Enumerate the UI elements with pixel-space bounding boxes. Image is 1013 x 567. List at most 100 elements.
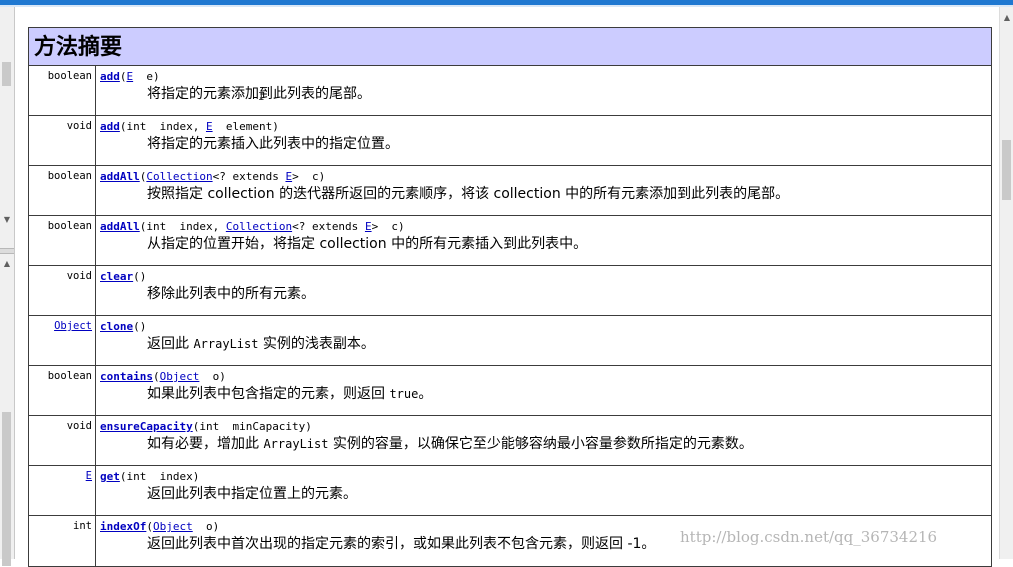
method-signature: add(E e) [100, 70, 991, 84]
left-nav-frame: ▼ ▲ [0, 7, 15, 566]
method-detail-cell: get(int index) 返回此列表中指定位置上的元素。 [96, 466, 991, 515]
method-name-link[interactable]: indexOf [100, 520, 146, 533]
watermark: http://blog.csdn.net/qq_36734216 [680, 528, 938, 546]
description-text: 返回此列表中首次出现的指定元素的索引，或如果此列表不包含元素，则返回 -1。 [147, 536, 656, 552]
signature-text: > c) [371, 220, 405, 233]
code-text: true [389, 387, 419, 401]
return-type: int [73, 520, 92, 532]
method-row: Object clone() 返回此 ArrayList 实例的浅表副本。 [29, 316, 991, 366]
method-detail-cell: addAll(int index, Collection<? extends E… [96, 216, 991, 265]
method-summary-table: 方法摘要 boolean add(E e) 将指定的元素添加到此列表的尾部。 void… [28, 27, 992, 567]
code-text: ArrayList [263, 437, 329, 451]
method-row: void ensureCapacity(int minCapacity) 如有必要，… [29, 416, 991, 466]
method-name-link[interactable]: addAll [100, 220, 140, 233]
return-type: boolean [47, 370, 92, 382]
method-description: 如果此列表中包含指定的元素，则返回 true。 [147, 384, 991, 404]
type-link[interactable]: Collection [146, 170, 212, 183]
type-link[interactable]: Object [153, 520, 193, 533]
return-type-cell: E [29, 466, 96, 515]
method-name-link[interactable]: clone [100, 320, 133, 333]
method-row: void add(int index, E element) 将指定的元素插入此列表… [29, 116, 991, 166]
signature-text: (int index, [139, 220, 226, 233]
text-cursor-icon: I [258, 90, 265, 103]
return-type-cell: boolean [29, 166, 96, 215]
return-type-cell: void [29, 416, 96, 465]
method-description: 如有必要，增加此 ArrayList 实例的容量，以确保它至少能够容纳最小容量参… [147, 434, 991, 454]
method-row: void clear() 移除此列表中的所有元素。 [29, 266, 991, 316]
signature-text: ( [146, 520, 153, 533]
method-row: Eget(int index) 返回此列表中指定位置上的元素。 [29, 466, 991, 516]
signature-text: () [133, 270, 147, 283]
signature-text: (int minCapacity) [192, 420, 312, 433]
signature-text: () [133, 320, 147, 333]
method-description: 从指定的位置开始，将指定 collection 中的所有元素插入到此列表中。 [147, 234, 991, 254]
return-type[interactable]: Object [54, 320, 92, 332]
signature-text: <? extends [212, 170, 286, 183]
return-type-cell: void [29, 266, 96, 315]
method-description: 将指定的元素插入此列表中的指定位置。 [147, 134, 991, 154]
signature-text: o) [192, 520, 220, 533]
type-link[interactable]: E [365, 220, 372, 233]
method-detail-cell: add(E e) 将指定的元素添加到此列表的尾部。 [96, 66, 991, 115]
type-link[interactable]: E [206, 120, 213, 133]
signature-text: ( [119, 70, 127, 83]
signature-text: ( [152, 370, 160, 383]
type-link[interactable]: Object [160, 370, 200, 383]
return-type: void [66, 120, 92, 132]
right-scrollbar[interactable]: ▲ [999, 7, 1013, 559]
description-text: 返回此 [147, 336, 194, 352]
method-detail-cell: contains(Object o) 如果此列表中包含指定的元素，则返回 true… [96, 366, 991, 415]
signature-text: e) [133, 70, 160, 83]
return-type-cell: boolean [29, 216, 96, 265]
description-text: 返回此列表中指定位置上的元素。 [147, 486, 357, 502]
method-detail-cell: clear() 移除此列表中的所有元素。 [96, 266, 991, 315]
method-name-link[interactable]: clear [100, 270, 133, 283]
return-type-cell: void [29, 116, 96, 165]
right-scrollbar-thumb[interactable] [1002, 140, 1011, 200]
method-signature: addAll(Collection<? extends E> c) [100, 170, 991, 184]
scroll-up-arrow-icon[interactable]: ▲ [1001, 13, 1013, 23]
signature-text: (int index) [119, 470, 200, 483]
method-name-link[interactable]: add [100, 120, 120, 133]
return-type: boolean [47, 220, 92, 232]
return-type: void [66, 270, 92, 282]
method-detail-cell: clone() 返回此 ArrayList 实例的浅表副本。 [96, 316, 991, 365]
return-type: boolean [47, 170, 92, 182]
method-signature: ensureCapacity(int minCapacity) [100, 420, 991, 434]
method-signature: add(int index, E element) [100, 120, 991, 134]
scroll-up-arrow-icon[interactable]: ▲ [1, 259, 13, 269]
return-type[interactable]: E [86, 470, 92, 482]
return-type-cell: boolean [29, 66, 96, 115]
method-name-link[interactable]: contains [100, 370, 153, 383]
signature-text: (int index, [119, 120, 206, 133]
left-scrollbar-thumb-upper[interactable] [2, 62, 11, 86]
signature-text: > c) [292, 170, 326, 183]
description-text: 如果此列表中包含指定的元素，则返回 [147, 386, 390, 402]
return-type: boolean [47, 70, 92, 82]
description-text: 如有必要，增加此 [147, 436, 264, 452]
return-type: void [66, 420, 92, 432]
description-text: 移除此列表中的所有元素。 [147, 286, 315, 302]
frame-splitter[interactable] [0, 248, 14, 254]
method-name-link[interactable]: get [100, 470, 120, 483]
method-name-link[interactable]: addAll [100, 170, 140, 183]
scroll-down-arrow-icon[interactable]: ▼ [1, 215, 13, 225]
type-link[interactable]: Collection [226, 220, 292, 233]
method-description: 返回此列表中指定位置上的元素。 [147, 484, 991, 504]
method-name-link[interactable]: add [100, 70, 120, 83]
method-row: boolean addAll(Collection<? extends E> c)… [29, 166, 991, 216]
description-text: 。 [418, 386, 433, 402]
return-type-cell: Object [29, 316, 96, 365]
window-top-highlight [0, 5, 1013, 7]
method-description: 移除此列表中的所有元素。 [147, 284, 991, 304]
method-name-link[interactable]: ensureCapacity [100, 420, 193, 433]
method-summary-title: 方法摘要 [29, 28, 991, 66]
method-detail-cell: ensureCapacity(int minCapacity) 如有必要，增加此 … [96, 416, 991, 465]
method-signature: get(int index) [100, 470, 991, 484]
left-scrollbar-thumb-lower[interactable] [2, 412, 11, 566]
method-signature: clear() [100, 270, 991, 284]
code-text: ArrayList [193, 337, 259, 351]
description-text: 实例的容量，以确保它至少能够容纳最小容量参数所指定的元素数。 [328, 436, 753, 452]
method-signature: clone() [100, 320, 991, 334]
method-detail-cell: add(int index, E element) 将指定的元素插入此列表中的指定… [96, 116, 991, 165]
